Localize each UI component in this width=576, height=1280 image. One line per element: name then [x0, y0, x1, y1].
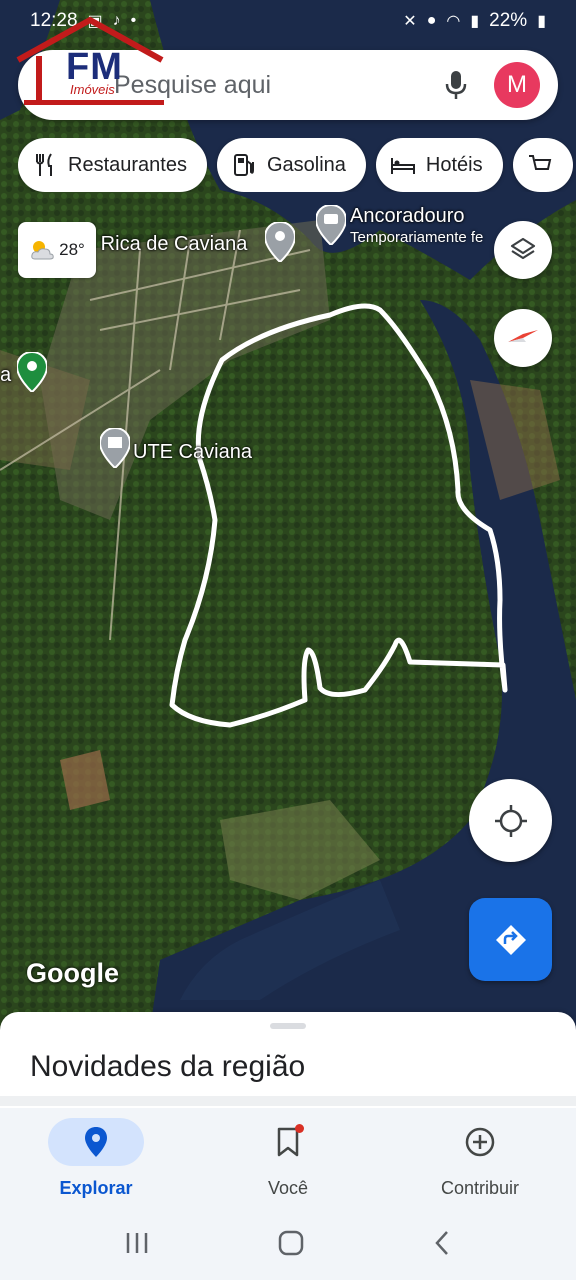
bed-icon	[390, 158, 415, 174]
layers-icon	[510, 237, 536, 260]
chip-label: Gasolina	[266, 153, 346, 176]
chip-gasolina[interactable]: Gasolina	[216, 138, 366, 192]
sheet-divider	[0, 1096, 576, 1106]
logo-sub: Imóveis	[70, 82, 115, 97]
battery-icon: ▮	[537, 13, 546, 30]
mute-icon: ✕	[403, 13, 417, 30]
chip-label: Hotéis	[425, 153, 483, 176]
sheet-drag-handle[interactable]	[270, 1023, 306, 1029]
signal-icon: ▮	[470, 13, 480, 30]
chip-hoteis[interactable]: Hotéis	[375, 138, 503, 192]
weather-badge[interactable]: 28°	[18, 222, 96, 278]
shopping-cart-icon	[528, 155, 551, 170]
gas-station-icon	[233, 154, 254, 176]
building-pin-icon[interactable]	[100, 428, 130, 468]
recent-apps-icon[interactable]	[124, 1231, 150, 1255]
sheet-title: Novidades da região	[30, 1050, 306, 1083]
nav-label: Contribuir	[440, 1178, 520, 1198]
back-icon[interactable]	[432, 1230, 452, 1256]
poi-ancoradouro-status: Temporariamente fe	[350, 229, 484, 246]
compass-button[interactable]	[494, 309, 552, 367]
crosshair-icon	[494, 804, 527, 837]
avatar[interactable]: M	[494, 62, 540, 108]
nav-label: Você	[267, 1178, 309, 1198]
partly-cloudy-icon	[31, 241, 54, 260]
notification-dot	[295, 1124, 304, 1133]
anchor-place-icon[interactable]	[316, 205, 346, 245]
directions-icon	[495, 924, 526, 955]
town-label[interactable]: a Rica de Caviana	[84, 233, 247, 256]
nav-label: Explorar	[59, 1178, 133, 1198]
wifi-icon: ◠	[446, 13, 461, 30]
location-icon: ●	[426, 12, 437, 29]
directions-button[interactable]	[469, 898, 552, 981]
nav-explorar[interactable]: Explorar	[16, 1118, 176, 1199]
chip-restaurantes[interactable]: Restaurantes	[18, 138, 207, 192]
fm-imoveis-logo: FM Imóveis	[14, 16, 166, 106]
poi-ancoradouro-label[interactable]: Ancoradouro	[350, 205, 465, 228]
add-circle-icon	[465, 1127, 495, 1157]
google-logo: Google	[26, 958, 119, 988]
explore-sheet[interactable]: Novidades da região	[0, 1012, 576, 1122]
bottom-navigation: Explorar Você Contribuir	[0, 1108, 576, 1206]
system-navigation	[0, 1206, 576, 1280]
chip-label: Restaurantes	[68, 153, 187, 176]
battery-percent: 22%	[489, 10, 528, 31]
layers-button[interactable]	[494, 221, 552, 279]
green-pin-icon[interactable]	[17, 352, 47, 392]
nav-voce[interactable]: Você	[208, 1118, 368, 1199]
chip-more[interactable]	[512, 138, 573, 192]
weather-temp: 28°	[59, 240, 85, 259]
left-edge-label: a	[0, 364, 12, 386]
microphone-icon[interactable]	[436, 65, 476, 105]
my-location-button[interactable]	[469, 779, 552, 862]
nav-contribuir[interactable]: Contribuir	[400, 1118, 560, 1199]
poi-ute-caviana-label[interactable]: UTE Caviana	[133, 441, 252, 464]
compass-icon	[508, 330, 538, 342]
home-icon[interactable]	[277, 1229, 305, 1257]
map-pin-icon[interactable]	[265, 222, 295, 262]
category-chips: Restaurantes Gasolina Hotéis	[18, 138, 576, 192]
location-pin-icon	[85, 1127, 107, 1157]
fork-knife-icon	[36, 153, 52, 176]
